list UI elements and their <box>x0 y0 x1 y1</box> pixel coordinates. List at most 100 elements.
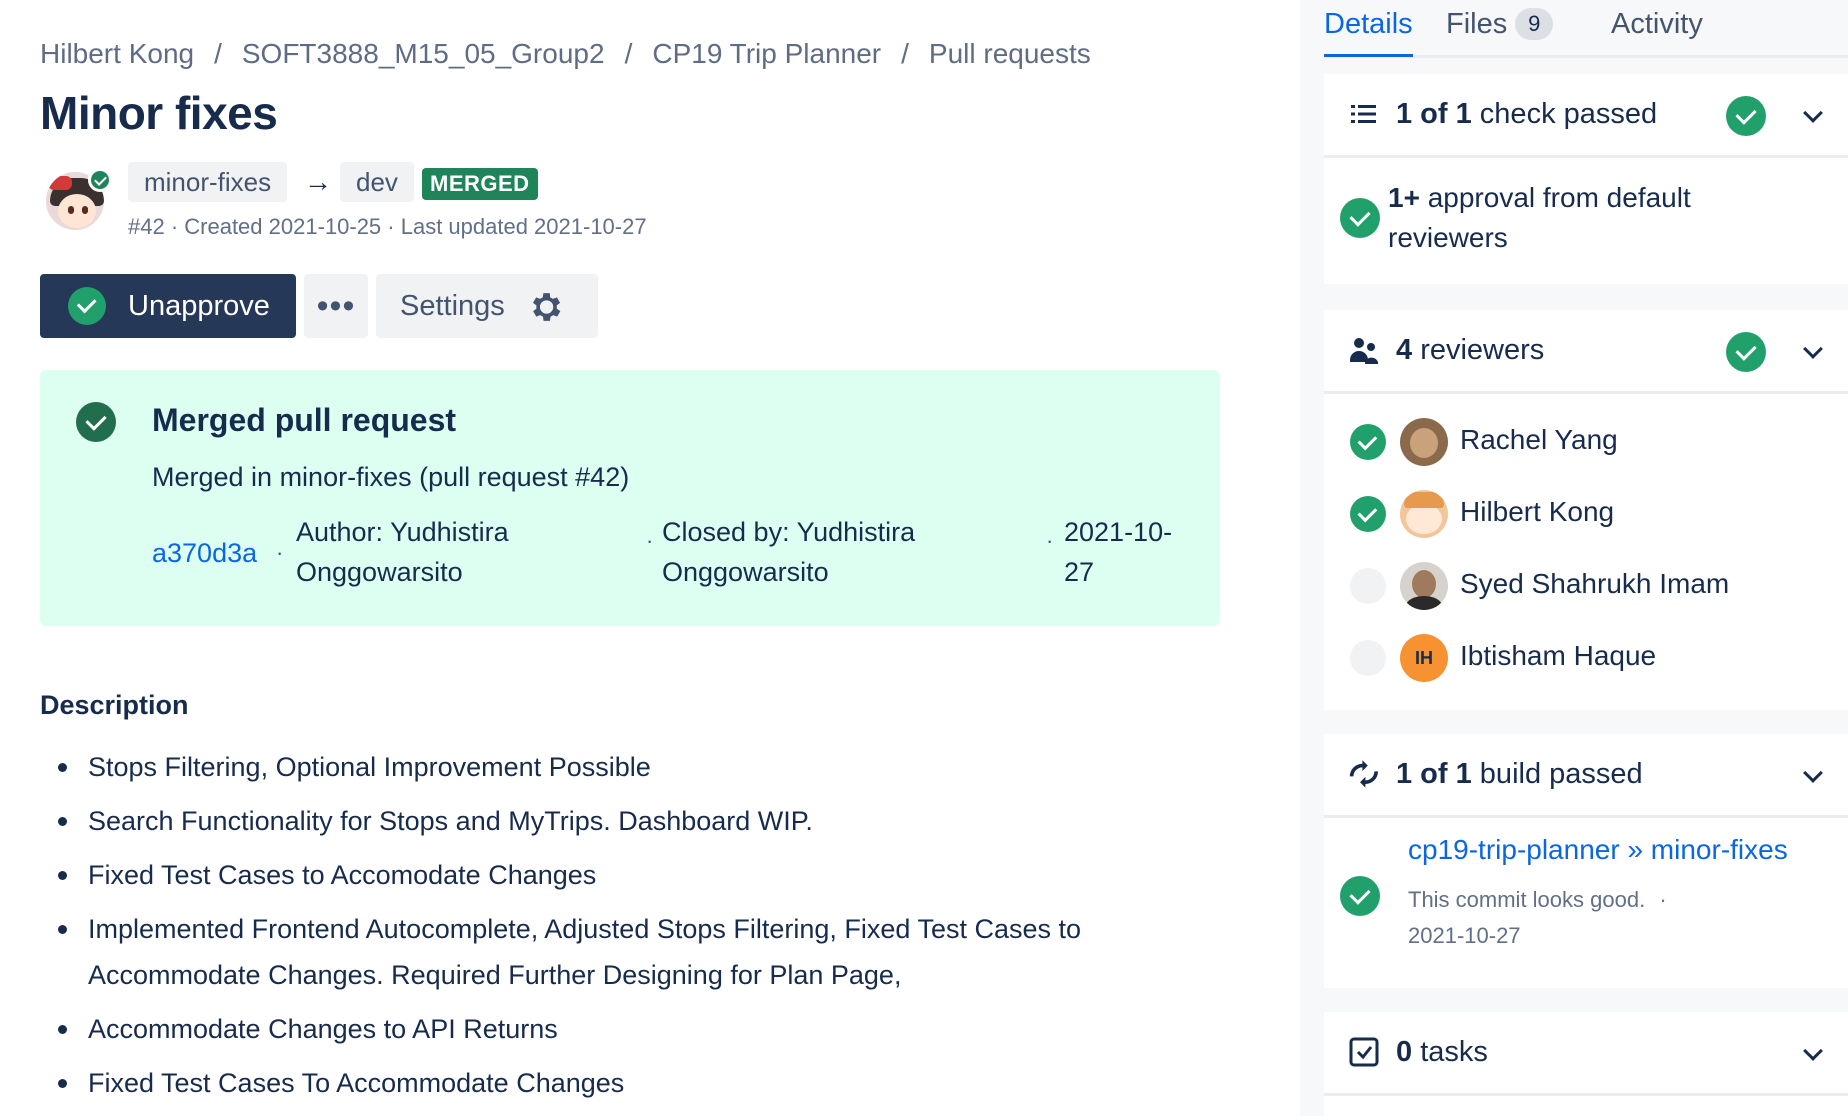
merged-panel: Merged pull request Merged in minor-fixe… <box>40 370 1220 626</box>
approval-count: 1+ <box>1388 182 1420 213</box>
breadcrumb-item-pull-requests[interactable]: Pull requests <box>929 38 1091 69</box>
chevron-down-icon[interactable] <box>1803 763 1823 783</box>
list-icon <box>1351 105 1376 123</box>
tasks-header[interactable]: 0 tasks <box>1324 1012 1848 1096</box>
description-list: Stops Filtering, Optional Improvement Po… <box>58 744 1208 1114</box>
builds-summary: 1 of 1 build passed <box>1396 758 1643 791</box>
list-item: Accommodate Changes to API Returns <box>58 1006 1208 1052</box>
builds-header[interactable]: 1 of 1 build passed <box>1324 734 1848 818</box>
tab-activity[interactable]: Activity <box>1611 8 1703 41</box>
build-date: 2021-10-27 <box>1408 923 1521 948</box>
settings-label: Settings <box>400 290 505 322</box>
approved-check-icon <box>1350 424 1386 460</box>
list-item: Implemented Frontend Autocomplete, Adjus… <box>58 906 1208 998</box>
checks-summary: 1 of 1 check passed <box>1396 98 1657 131</box>
separator-dot: · <box>646 528 654 553</box>
chevron-down-icon[interactable] <box>1803 1041 1823 1061</box>
separator-dot: · <box>1659 887 1667 912</box>
builds-count: 1 of 1 <box>1396 758 1472 790</box>
separator-dot: · <box>1046 528 1054 553</box>
merged-panel-title: Merged pull request <box>152 402 457 438</box>
breadcrumb-separator: / <box>624 38 633 69</box>
breadcrumb-separator: / <box>214 38 222 69</box>
reviewers-card: 4 reviewers Rachel Yang Hilbert Kong Sye… <box>1324 310 1848 710</box>
reviewer-row[interactable]: Hilbert Kong <box>1324 484 1848 544</box>
approved-check-icon <box>1350 496 1386 532</box>
check-circle-icon <box>68 287 106 325</box>
tasks-count: 0 <box>1396 1036 1413 1068</box>
reviewer-row[interactable]: IH Ibtisham Haque <box>1324 628 1848 688</box>
page-title: Minor fixes <box>40 87 278 139</box>
builds-label: build passed <box>1471 758 1643 790</box>
check-circle-icon <box>1726 96 1766 136</box>
check-circle-icon <box>1340 198 1380 238</box>
approval-requirement: 1+ approval from default reviewers <box>1388 178 1691 258</box>
gear-icon <box>532 293 561 321</box>
avatar <box>1400 490 1448 538</box>
merge-date-line: 27 <box>1064 557 1095 587</box>
merge-date-line: 2021-10- <box>1064 517 1173 547</box>
pr-meta-text: #42 · Created 2021-10-25 · Last updated … <box>128 214 647 239</box>
breadcrumb-item-repository[interactable]: CP19 Trip Planner <box>652 38 881 69</box>
sidebar-tabs: Details Files 9 Activity <box>1324 0 1848 58</box>
approval-text: reviewers <box>1388 222 1508 253</box>
reviewer-name: Syed Shahrukh Imam <box>1460 568 1730 599</box>
reviewer-name: Rachel Yang <box>1460 424 1618 455</box>
source-branch[interactable]: minor-fixes <box>128 162 288 202</box>
checks-header[interactable]: 1 of 1 check passed <box>1324 74 1848 158</box>
avatar <box>1400 562 1448 610</box>
reviewers-summary: 4 reviewers <box>1396 334 1544 367</box>
checks-card: 1 of 1 check passed 1+ approval from def… <box>1324 74 1848 284</box>
tasks-label: tasks <box>1412 1036 1488 1068</box>
merge-author-line: Author: Yudhistira <box>296 517 509 547</box>
tab-files[interactable]: Files 9 <box>1446 8 1554 41</box>
settings-button[interactable]: Settings <box>376 274 598 338</box>
reviewers-header[interactable]: 4 reviewers <box>1324 310 1848 394</box>
avatar <box>1400 418 1448 466</box>
checkbox-icon <box>1349 1037 1379 1067</box>
build-link[interactable]: cp19-trip-planner » minor-fixes <box>1408 834 1818 866</box>
list-item: Fixed Test Cases To Accommodate Changes <box>58 1060 1208 1106</box>
status-badge: MERGED <box>422 168 538 200</box>
chevron-down-icon[interactable] <box>1803 339 1823 359</box>
reviewer-name: Ibtisham Haque <box>1460 640 1657 671</box>
arrow-right-icon: → <box>304 166 332 197</box>
commit-hash-link[interactable]: a370d3a <box>152 538 257 569</box>
merge-author-line: Onggowarsito <box>296 557 463 587</box>
reviewer-row[interactable]: Rachel Yang <box>1324 412 1848 472</box>
people-icon <box>1350 338 1378 364</box>
tasks-card: 0 tasks <box>1324 1012 1848 1116</box>
checks-label: check passed <box>1471 98 1658 130</box>
reviewer-row[interactable]: Syed Shahrukh Imam <box>1324 556 1848 616</box>
list-item: Fixed Test Cases to Accomodate Changes <box>58 852 1208 898</box>
build-status-text: This commit looks good. <box>1408 887 1646 912</box>
merged-panel-subtitle: Merged in minor-fixes (pull request #42) <box>152 462 630 492</box>
pending-circle-icon <box>1350 640 1386 676</box>
check-circle-icon <box>1726 332 1766 372</box>
files-count-badge: 9 <box>1515 8 1554 40</box>
merge-closed-by-line: Onggowarsito <box>662 557 829 587</box>
more-actions-button[interactable]: ••• <box>304 274 368 338</box>
list-item: Search Functionality for Stops and MyTri… <box>58 798 1208 844</box>
unapprove-label: Unapprove <box>128 290 270 322</box>
chevron-down-icon[interactable] <box>1803 103 1823 123</box>
target-branch[interactable]: dev <box>340 162 414 202</box>
reviewer-name: Hilbert Kong <box>1460 496 1615 527</box>
merge-closed-by: Closed by: Yudhistira Onggowarsito <box>662 512 915 592</box>
merge-date: 2021-10- 27 <box>1064 512 1172 592</box>
details-sidebar: Details Files 9 Activity 1 of 1 check pas… <box>1300 0 1848 1116</box>
build-item: cp19-trip-planner » minor-fixes This com… <box>1324 818 1848 988</box>
pending-circle-icon <box>1350 568 1386 604</box>
tab-details[interactable]: Details <box>1324 8 1413 57</box>
list-item: Stops Filtering, Optional Improvement Po… <box>58 744 1208 790</box>
merge-closed-by-line: Closed by: Yudhistira <box>662 517 916 547</box>
checks-count: 1 of 1 <box>1396 98 1472 130</box>
tab-files-label: Files <box>1446 8 1508 40</box>
description-heading: Description <box>40 690 189 720</box>
reviewers-count: 4 <box>1396 334 1413 366</box>
approved-badge-icon <box>88 168 112 192</box>
check-circle-icon <box>76 402 116 442</box>
unapprove-button[interactable]: Unapprove <box>40 274 296 338</box>
breadcrumb-item-project[interactable]: SOFT3888_M15_05_Group2 <box>242 38 605 69</box>
breadcrumb-item-workspace[interactable]: Hilbert Kong <box>40 38 194 69</box>
